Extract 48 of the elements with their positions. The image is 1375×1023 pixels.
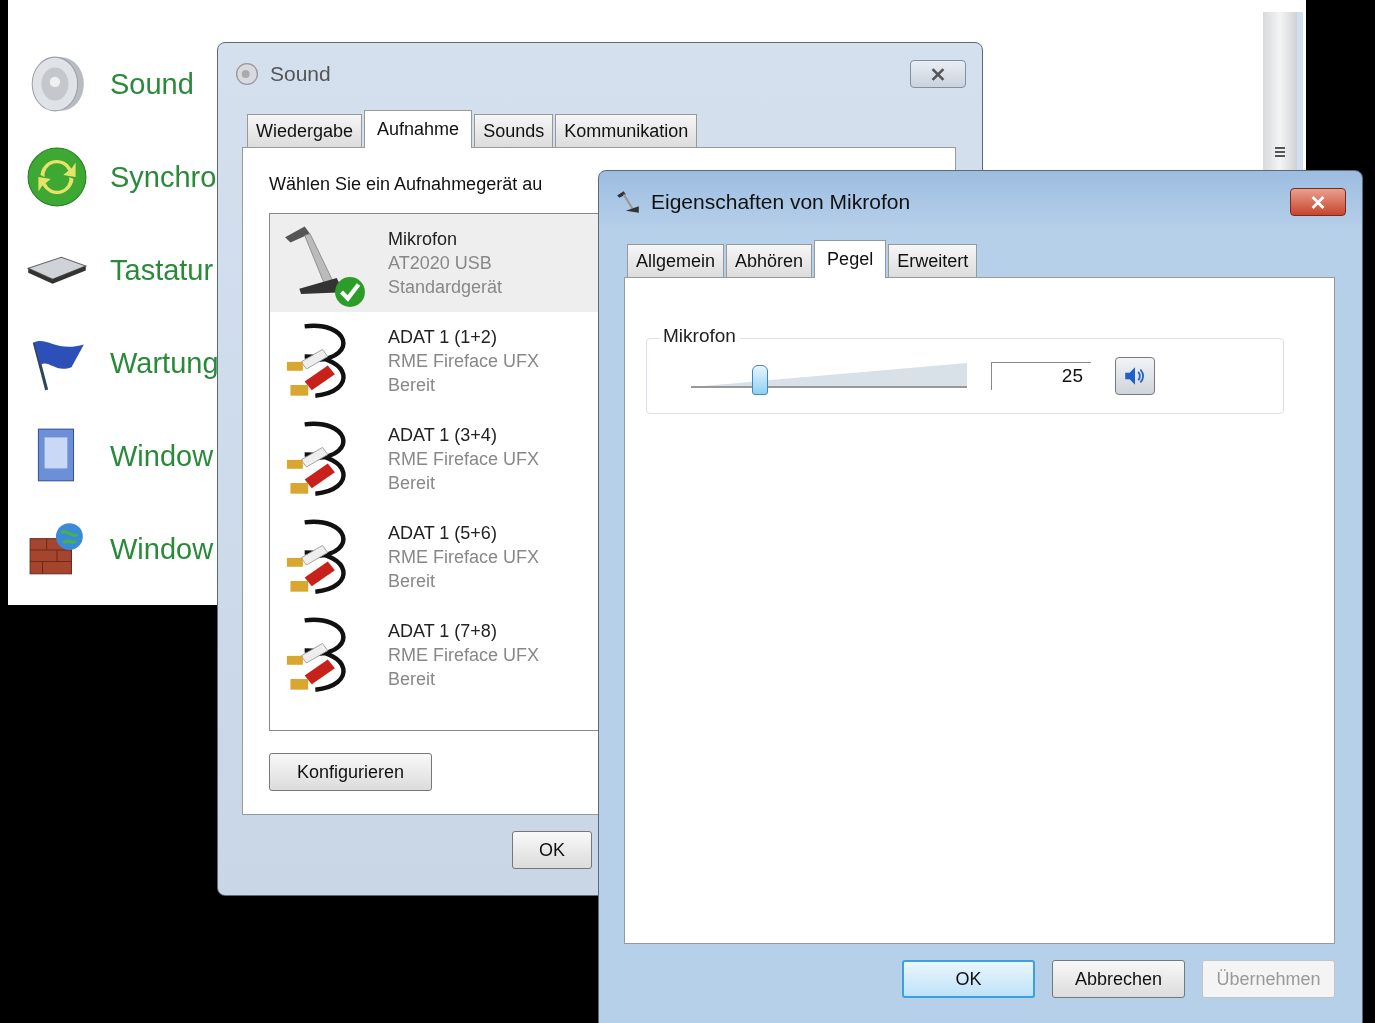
device-model: RME Fireface UFX [388,644,540,667]
control-panel-link[interactable]: Sound [110,67,194,101]
device-name: ADAT 1 (5+6) [388,522,498,545]
window-title: Sound [270,62,332,86]
tab[interactable]: Erweitert [888,244,978,277]
speaker-icon [234,61,260,87]
scrollbar-grip-icon [1275,147,1285,159]
mute-button[interactable] [1115,357,1155,395]
slider-thumb[interactable] [752,365,768,395]
tab[interactable]: Allgemein [627,244,725,277]
control-panel-link[interactable]: Tastatur [110,253,214,287]
scrollbar[interactable] [1263,12,1303,172]
device-name: ADAT 1 (3+4) [388,424,498,447]
tab[interactable]: Abhören [726,244,813,277]
device-name: Mikrofon [388,228,459,251]
control-panel-link[interactable]: Window [110,439,214,473]
device-model: RME Fireface UFX [388,546,540,569]
window-title: Eigenschaften von Mikrofon [651,190,912,214]
dialog-button[interactable]: OK [902,960,1035,998]
configure-button[interactable]: Konfigurieren [269,753,432,791]
tab[interactable]: Wiedergabe [247,114,363,147]
device-status: Bereit [388,668,437,691]
device-status: Bereit [388,472,437,495]
device-model: RME Fireface UFX [388,448,540,471]
device-status: Bereit [388,374,437,397]
tab[interactable]: Kommunikation [555,114,698,147]
dialog-button[interactable]: Abbrechen [1052,960,1185,998]
control-panel-link[interactable]: Window [110,532,214,566]
device-name: ADAT 1 (1+2) [388,326,498,349]
device-status: Bereit [388,570,437,593]
tab[interactable]: Pegel [814,240,887,278]
device-model: AT2020 USB [388,252,493,275]
close-button[interactable] [1290,188,1346,216]
keyboard-icon [26,254,88,286]
microphone-icon [615,189,641,215]
device-status: Standardgerät [388,276,503,299]
level-value-field[interactable]: 25 [991,362,1091,390]
close-icon [1310,195,1326,209]
close-icon [930,67,946,81]
instruction-text: Wählen Sie ein Aufnahmegerät au [269,174,544,195]
ok-button[interactable]: OK [512,831,592,869]
device-row[interactable]: ADAT 1 (7+8) RME Fireface UFX Bereit [270,606,870,704]
control-panel-link[interactable]: Synchro [110,160,217,194]
device-model: RME Fireface UFX [388,350,540,373]
sync-icon [26,146,88,208]
tab[interactable]: Sounds [474,114,554,147]
device-name: ADAT 1 (7+8) [388,620,498,643]
tab[interactable]: Aufnahme [364,110,473,148]
